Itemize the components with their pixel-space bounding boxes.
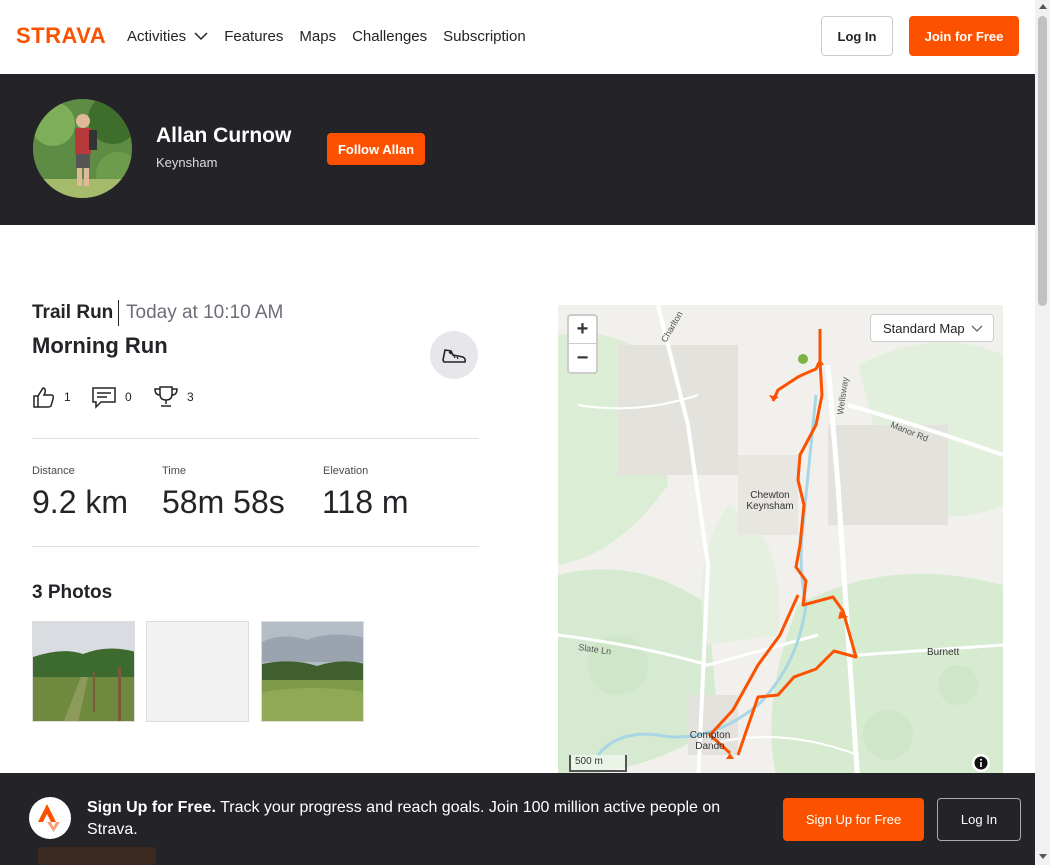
strava-icon [29,797,71,839]
signup-banner: Sign Up for Free. Track your progress an… [0,773,1035,865]
strava-logo[interactable]: STRAVA [16,23,111,50]
activity-title: Morning Run [32,333,168,358]
activity-type: Trail Run [32,302,114,323]
shoe-icon [442,349,467,363]
stat-value-elevation: 118 m [322,484,409,520]
map-label-dando: Dando [695,741,725,752]
divider [32,438,479,439]
nav-menu: Activities Features Maps Challenges Subs… [127,0,526,72]
trophy-icon [154,386,178,407]
chevron-down-icon [971,325,983,332]
nav-item-activities[interactable]: Activities [127,28,208,45]
stat-label-distance: Distance [32,465,75,477]
banner-headline: Sign Up for Free. [87,799,216,816]
map-label-compton: Compton [690,730,731,741]
zoom-in-button[interactable]: + [569,316,596,344]
stat-label-elevation: Elevation [323,465,369,477]
achievement-count: 3 [187,390,194,404]
nav-item-label: Subscription [443,27,526,45]
nav-item-features[interactable]: Features [224,28,283,45]
start-marker [798,354,808,364]
route-map[interactable]: Chewton Keynsham Compton Dando Burnett S… [558,305,1003,785]
photos-heading: 3 Photos [32,582,113,603]
scroll-down-arrow-icon[interactable] [1039,854,1047,859]
chevron-down-icon [194,32,208,41]
stat-label-time: Time [162,465,187,477]
photo-thumbnail[interactable] [32,621,135,722]
nav-item-label: Maps [299,27,337,45]
comment-count: 0 [125,390,132,404]
top-nav: STRAVA Activities Features Maps Challeng… [0,0,1035,74]
scroll-up-arrow-icon[interactable] [1039,4,1047,9]
login-button[interactable]: Log In [821,16,893,56]
divider [32,546,479,547]
thumbs-up-icon [33,387,55,408]
page: STRAVA Activities Features Maps Challeng… [0,0,1050,865]
scrollbar-thumb[interactable] [1038,16,1047,306]
map-label-keynsham: Keynsham [746,501,793,512]
nav-item-subscription[interactable]: Subscription [443,28,526,45]
map-label-burnett: Burnett [927,647,959,658]
activity-time: Today at 10:10 AM [126,302,284,323]
strava-logo-text: STRAVA [16,25,106,45]
nav-item-challenges[interactable]: Challenges [352,28,427,45]
map-scale: 500 m [569,755,627,772]
scrollbar[interactable] [1035,0,1050,865]
map-label-chewton: Chewton [750,490,789,501]
achievements-button[interactable]: 3 [153,385,194,409]
athlete-header: Allan Curnow Keynsham Follow Allan [0,74,1035,225]
login-button[interactable]: Log In [937,798,1021,841]
banner-shadow [38,847,156,865]
nav-item-label: Features [224,27,284,45]
comments-button[interactable]: 0 [91,385,132,409]
kudos-count: 1 [64,390,71,404]
nav-item-label: Activities [127,27,187,45]
join-button[interactable]: Join for Free [909,16,1019,56]
stat-value-time: 58m 58s [162,484,285,520]
map-zoom-control: + − [567,314,598,374]
zoom-out-button[interactable]: − [569,344,596,372]
follow-button[interactable]: Follow Allan [327,133,425,165]
photo-thumbnail[interactable] [261,621,364,722]
nav-item-maps[interactable]: Maps [299,28,336,45]
comment-icon [92,387,116,409]
gear-shoe-button[interactable] [430,331,478,379]
athlete-location: Keynsham [156,155,218,170]
athlete-name[interactable]: Allan Curnow [156,124,291,148]
kudos-button[interactable]: 1 [32,385,71,409]
info-icon [974,756,988,770]
map-attribution-button[interactable] [972,754,990,772]
signup-button[interactable]: Sign Up for Free [783,798,924,841]
stat-value-distance: 9.2 km [32,484,129,520]
map-type-label: Standard Map [883,320,965,336]
map-type-select[interactable]: Standard Map [870,314,994,342]
nav-item-label: Challenges [352,27,428,45]
banner-message: Sign Up for Free. Track your progress an… [87,797,767,841]
avatar[interactable] [33,99,132,198]
divider [118,300,119,326]
photo-thumbnail[interactable] [146,621,249,722]
